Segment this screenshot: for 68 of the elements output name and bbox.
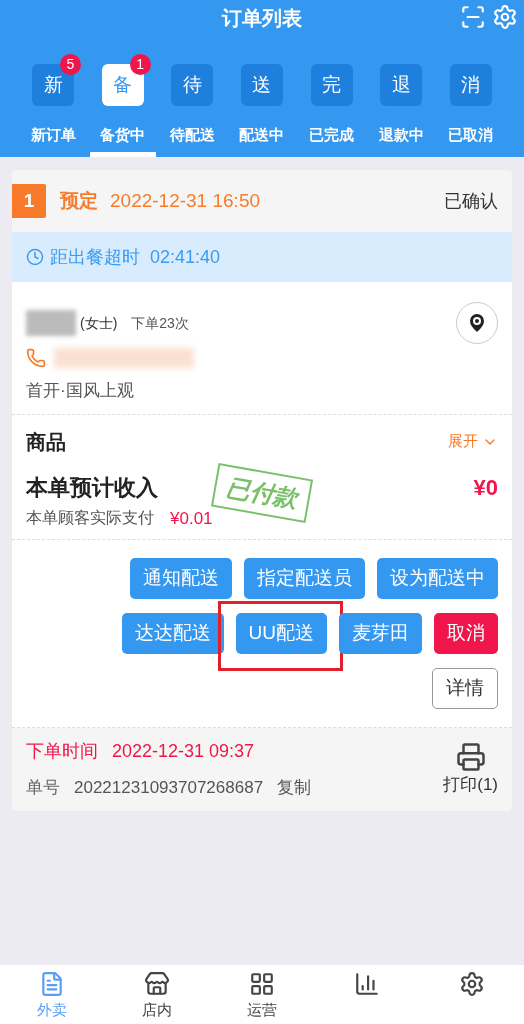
action-button[interactable]: 取消: [434, 613, 498, 654]
nav-label: 外卖: [37, 1000, 68, 1020]
status-tab[interactable]: 退 退款中: [368, 53, 435, 157]
page-title: 订单列表: [222, 6, 302, 31]
action-button[interactable]: 达达配送: [121, 613, 224, 654]
action-button[interactable]: 设为配送中: [377, 558, 498, 599]
action-button[interactable]: 详情: [432, 668, 498, 709]
tab-label: 配送中: [239, 125, 285, 145]
print-button[interactable]: 打印(1): [443, 741, 498, 797]
order-time-label: 下单时间: [26, 740, 98, 763]
action-button[interactable]: 通知配送: [130, 558, 232, 599]
count-badge: 1: [129, 54, 151, 75]
order-count: 下单23次: [131, 313, 189, 333]
action-button[interactable]: UU配送: [235, 613, 327, 654]
status-tab[interactable]: 待 待配送: [159, 53, 226, 157]
tab-icon: 退: [380, 64, 423, 106]
income-amount: ¥0: [473, 473, 498, 502]
grid-icon: [249, 971, 275, 997]
tab-icon: 消: [449, 64, 492, 106]
order-status: 已确认: [444, 189, 498, 213]
order-type: 预定: [60, 188, 98, 213]
reserve-time: 2022-12-31 16:50: [110, 188, 260, 213]
status-tab[interactable]: 送 配送中: [228, 53, 295, 157]
address-text: 首开·国风上观: [26, 380, 135, 402]
copy-link[interactable]: 复制: [277, 775, 312, 801]
tab-label: 待配送: [169, 125, 215, 145]
paid-stamp: 已付款: [210, 462, 314, 523]
tab-label: 已完成: [309, 125, 355, 145]
status-tab[interactable]: 完 已完成: [298, 53, 365, 157]
tab-label: 已取消: [448, 125, 494, 145]
countdown-time: 02:41:40: [150, 245, 221, 269]
paid-label: 本单顾客实际支付: [26, 508, 154, 529]
nav-tab[interactable]: 店内: [104, 965, 210, 1024]
action-button[interactable]: 指定配送员: [244, 558, 365, 599]
store-icon: [144, 971, 171, 997]
tab-icon: 送: [240, 64, 283, 106]
scan-icon[interactable]: [460, 4, 486, 30]
tab-icon: 待: [171, 64, 214, 106]
order-id-label: 单号: [26, 777, 60, 799]
tab-icon: 完: [310, 64, 353, 106]
gear-icon: [458, 971, 485, 997]
blurred-name: [26, 310, 76, 336]
tab-label: 备货中: [100, 125, 146, 145]
paid-amount: ¥0.01: [170, 507, 213, 530]
nav-label: 运营: [247, 1000, 277, 1020]
nav-tab[interactable]: 外卖: [0, 965, 105, 1024]
status-tab[interactable]: 新 5 新订单: [20, 53, 86, 157]
status-tab[interactable]: 消 已取消: [437, 53, 504, 157]
count-badge: 5: [60, 54, 81, 75]
phone-icon: [26, 348, 46, 368]
expand-toggle[interactable]: 展开: [448, 430, 498, 453]
goods-heading: 商品: [26, 429, 66, 455]
nav-label: 店内: [142, 1000, 173, 1020]
printer-icon: [455, 741, 486, 772]
income-label: 本单预计收入: [26, 473, 158, 502]
order-id: 20221231093707268687: [74, 777, 264, 799]
countdown-label: 距出餐超时: [50, 245, 140, 269]
nav-tab[interactable]: 运营: [209, 965, 315, 1024]
customer-title: (女士): [80, 313, 118, 333]
clock-icon: [26, 248, 44, 266]
settings-icon[interactable]: [492, 4, 518, 30]
order-number-badge: 1: [12, 184, 46, 218]
bar-chart-icon: [353, 971, 380, 997]
tab-label: 新订单: [30, 125, 76, 145]
status-tab[interactable]: 备 1 备货中: [89, 53, 156, 157]
tab-label: 退款中: [378, 125, 424, 145]
action-button[interactable]: 麦芽田: [339, 613, 422, 654]
order-time: 2022-12-31 09:37: [112, 740, 255, 763]
